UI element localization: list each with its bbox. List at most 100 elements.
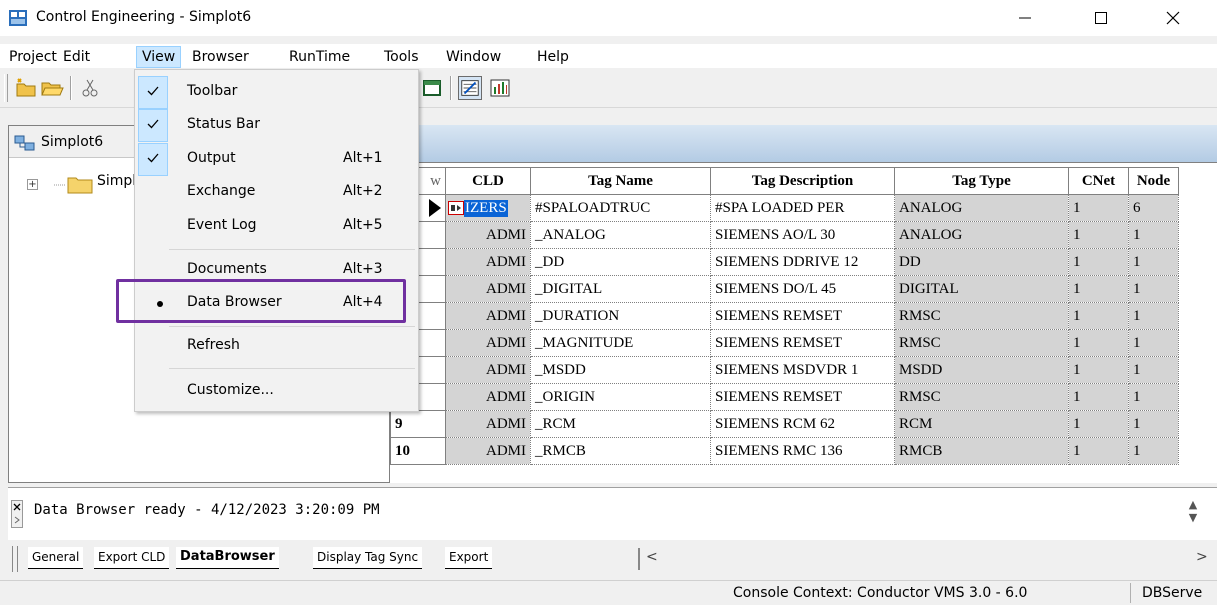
- cell-cld[interactable]: ADMI: [445, 356, 531, 384]
- menu-runtime[interactable]: RunTime: [284, 46, 355, 68]
- cell-node[interactable]: 1: [1128, 410, 1179, 438]
- menu-edit[interactable]: Edit: [58, 46, 95, 68]
- cell-cld[interactable]: ADMI: [445, 329, 531, 357]
- output-close-icon[interactable]: [11, 500, 23, 528]
- cell-tag-name[interactable]: _RMCB: [530, 437, 711, 465]
- cell-node[interactable]: 1: [1128, 356, 1179, 384]
- cell-tag-description[interactable]: #SPA LOADED PER: [710, 194, 895, 222]
- scroll-down-icon[interactable]: ▼: [1184, 511, 1202, 524]
- cell-cld[interactable]: ADMI: [445, 302, 531, 330]
- scroll-up-icon[interactable]: ▲: [1184, 498, 1202, 511]
- tab-grip[interactable]: [12, 546, 18, 572]
- cell-node[interactable]: 1: [1128, 275, 1179, 303]
- cell-cld[interactable]: ADMI: [445, 410, 531, 438]
- cell-tag-description[interactable]: SIEMENS REMSET: [710, 302, 895, 330]
- cell-cnet[interactable]: 1: [1068, 275, 1129, 303]
- cell-tag-type[interactable]: RMCB: [894, 437, 1069, 465]
- cell-tag-description[interactable]: SIEMENS RMC 136: [710, 437, 895, 465]
- column-header-tag-description[interactable]: Tag Description: [710, 167, 895, 195]
- cell-tag-description[interactable]: SIEMENS REMSET: [710, 329, 895, 357]
- cell-tag-name[interactable]: _DURATION: [530, 302, 711, 330]
- data-browser-toolbar-icon[interactable]: [458, 76, 482, 100]
- menu-item-output[interactable]: Output Alt+1: [135, 143, 418, 176]
- menu-help[interactable]: Help: [532, 46, 574, 68]
- table-row[interactable]: IZERS #SPALOADTRUC #SPA LOADED PER ANALO…: [390, 194, 1179, 222]
- cell-node[interactable]: 1: [1128, 302, 1179, 330]
- cell-tag-type[interactable]: MSDD: [894, 356, 1069, 384]
- column-header-cld[interactable]: CLD: [445, 167, 531, 195]
- cell-cnet[interactable]: 1: [1068, 383, 1129, 411]
- close-button[interactable]: [1150, 0, 1196, 36]
- menu-browser[interactable]: Browser: [187, 46, 254, 68]
- cell-node[interactable]: 1: [1128, 383, 1179, 411]
- cell-tag-name[interactable]: _ANALOG: [530, 221, 711, 249]
- cell-tag-type[interactable]: RCM: [894, 410, 1069, 438]
- cell-cnet[interactable]: 1: [1068, 437, 1129, 465]
- table-row[interactable]: ADMI _ANALOG SIEMENS AO/L 30 ANALOG 1 1: [390, 221, 1179, 249]
- table-row[interactable]: ADMI _DD SIEMENS DDRIVE 12 DD 1 1: [390, 248, 1179, 276]
- menu-item-exchange[interactable]: Exchange Alt+2: [135, 176, 418, 209]
- cell-node[interactable]: 1: [1128, 248, 1179, 276]
- cell-tag-description[interactable]: SIEMENS DDRIVE 12: [710, 248, 895, 276]
- cell-cld[interactable]: ADMI: [445, 221, 531, 249]
- cell-tag-type[interactable]: DIGITAL: [894, 275, 1069, 303]
- table-row[interactable]: ADMI _DIGITAL SIEMENS DO/L 45 DIGITAL 1 …: [390, 275, 1179, 303]
- output-vertical-scrollbar[interactable]: ▲ ▼: [1184, 498, 1202, 538]
- menu-item-toolbar[interactable]: Toolbar: [135, 76, 418, 109]
- menu-project[interactable]: Project: [4, 46, 62, 68]
- column-header-tag-type[interactable]: Tag Type: [894, 167, 1069, 195]
- minimize-button[interactable]: [1002, 0, 1048, 36]
- cell-tag-name[interactable]: _MAGNITUDE: [530, 329, 711, 357]
- toolbar-grip[interactable]: [4, 74, 8, 102]
- cell-cnet[interactable]: 1: [1068, 221, 1129, 249]
- cell-tag-name[interactable]: _MSDD: [530, 356, 711, 384]
- tree-root-label[interactable]: Simpl: [97, 173, 136, 189]
- table-row[interactable]: 10 ADMI _RMCB SIEMENS RMC 136 RMCB 1 1: [390, 437, 1179, 465]
- table-row[interactable]: ADMI _DURATION SIEMENS REMSET RMSC 1 1: [390, 302, 1179, 330]
- cell-cld[interactable]: ADMI: [445, 437, 531, 465]
- menu-window[interactable]: Window: [441, 46, 506, 68]
- menu-tools[interactable]: Tools: [379, 46, 424, 68]
- open-folder-icon[interactable]: [40, 76, 64, 100]
- tab-display-tag-sync[interactable]: Display Tag Sync: [313, 547, 423, 569]
- cell-cld[interactable]: ADMI: [445, 248, 531, 276]
- table-row[interactable]: 9 ADMI _RCM SIEMENS RCM 62 RCM 1 1: [390, 410, 1179, 438]
- cell-node[interactable]: 6: [1128, 194, 1179, 222]
- cell-node[interactable]: 1: [1128, 437, 1179, 465]
- column-header-tag-name[interactable]: Tag Name: [530, 167, 711, 195]
- tree-expand-icon[interactable]: +: [27, 179, 38, 190]
- cell-cnet[interactable]: 1: [1068, 194, 1129, 222]
- tab-export[interactable]: Export: [445, 547, 493, 569]
- cell-tag-type[interactable]: RMSC: [894, 383, 1069, 411]
- output-horizontal-scrollbar[interactable]: < >: [638, 548, 1217, 570]
- menu-item-customize[interactable]: Customize...: [135, 375, 418, 408]
- table-row[interactable]: ADMI _MAGNITUDE SIEMENS REMSET RMSC 1 1: [390, 329, 1179, 357]
- cell-tag-name[interactable]: _ORIGIN: [530, 383, 711, 411]
- cell-tag-type[interactable]: DD: [894, 248, 1069, 276]
- column-header-cnet[interactable]: CNet: [1068, 167, 1129, 195]
- cell-cnet[interactable]: 1: [1068, 248, 1129, 276]
- scroll-left-icon[interactable]: <: [646, 549, 658, 565]
- cell-tag-type[interactable]: ANALOG: [894, 194, 1069, 222]
- trend-chart-icon[interactable]: [488, 76, 512, 100]
- cell-tag-description[interactable]: SIEMENS DO/L 45: [710, 275, 895, 303]
- tab-general[interactable]: General: [28, 547, 84, 569]
- cell-tag-name[interactable]: _RCM: [530, 410, 711, 438]
- cell-tag-type[interactable]: RMSC: [894, 329, 1069, 357]
- cell-tag-name[interactable]: #SPALOADTRUC: [530, 194, 711, 222]
- cut-icon[interactable]: [78, 76, 102, 100]
- window-view-icon[interactable]: [420, 76, 444, 100]
- maximize-button[interactable]: [1078, 0, 1124, 36]
- cell-node[interactable]: 1: [1128, 221, 1179, 249]
- cell-cld[interactable]: ADMI: [445, 383, 531, 411]
- cell-tag-name[interactable]: _DIGITAL: [530, 275, 711, 303]
- tab-export-cld[interactable]: Export CLD: [94, 547, 170, 569]
- cell-tag-description[interactable]: SIEMENS RCM 62: [710, 410, 895, 438]
- menu-item-status-bar[interactable]: Status Bar: [135, 109, 418, 142]
- cell-tag-description[interactable]: SIEMENS REMSET: [710, 383, 895, 411]
- scroll-right-icon[interactable]: >: [1196, 549, 1208, 565]
- cell-cld[interactable]: ADMI: [445, 275, 531, 303]
- table-row[interactable]: 8 ADMI _ORIGIN SIEMENS REMSET RMSC 1 1: [390, 383, 1179, 411]
- cell-tag-description[interactable]: SIEMENS AO/L 30: [710, 221, 895, 249]
- row-selector[interactable]: 9: [390, 410, 446, 438]
